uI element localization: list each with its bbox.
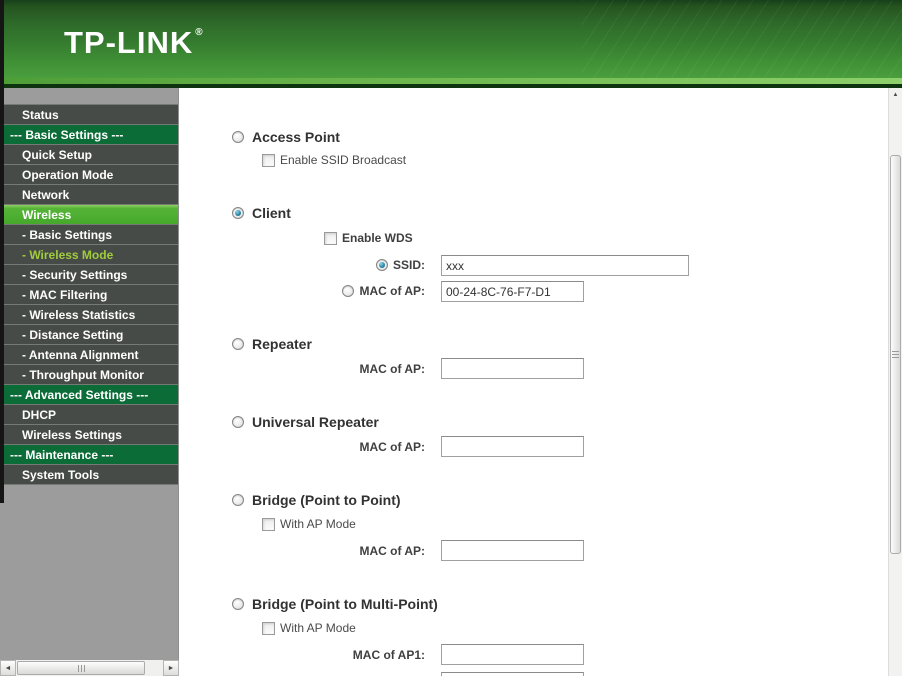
bridge-ptmp-mac2-input[interactable] bbox=[441, 672, 584, 676]
header: TP-LINK ® bbox=[0, 0, 902, 88]
sidebar-horizontal-scrollbar[interactable]: ◄ ► bbox=[0, 660, 179, 676]
scroll-left-arrow-icon[interactable]: ◄ bbox=[0, 660, 16, 676]
repeater-mac-label: MAC of AP: bbox=[359, 362, 425, 376]
sidebar-section-advanced-settings: --- Advanced Settings --- bbox=[4, 384, 178, 404]
thumb-grip bbox=[77, 664, 79, 672]
wireless-mode-form: Access Point Enable SSID Broadcast Clien… bbox=[180, 88, 888, 676]
window-left-edge bbox=[0, 0, 4, 503]
client-ssid-label: SSID: bbox=[392, 258, 425, 272]
scroll-up-arrow-icon[interactable]: ▲ bbox=[889, 88, 902, 103]
client-ssid-radio[interactable] bbox=[375, 259, 388, 271]
tplink-logo: TP-LINK ® bbox=[64, 25, 204, 61]
bridge-ptmp-mac1-input[interactable] bbox=[441, 644, 584, 665]
access-point-radio[interactable] bbox=[232, 131, 244, 143]
sidebar-item-operation-mode[interactable]: Operation Mode bbox=[4, 164, 178, 184]
sidebar-menu: Status --- Basic Settings --- Quick Setu… bbox=[4, 104, 178, 485]
universal-repeater-mac-label: MAC of AP: bbox=[359, 440, 425, 454]
sidebar-item-wireless[interactable]: Wireless bbox=[4, 204, 178, 224]
universal-repeater-mac-input[interactable] bbox=[441, 436, 584, 457]
vertical-scrollbar-thumb[interactable] bbox=[890, 155, 901, 554]
horizontal-scrollbar-thumb[interactable] bbox=[17, 661, 145, 675]
repeater-label: Repeater bbox=[252, 336, 312, 352]
bridge-ptmp-mac1-label: MAC of AP1: bbox=[352, 648, 425, 662]
thumb-grip bbox=[892, 354, 899, 355]
thumb-grip bbox=[83, 664, 85, 672]
enable-wds-checkbox[interactable] bbox=[324, 231, 337, 245]
bridge-ptp-mac-input[interactable] bbox=[441, 540, 584, 561]
bridge-ptp-ap-mode-checkbox[interactable] bbox=[262, 517, 275, 531]
universal-repeater-label: Universal Repeater bbox=[252, 414, 379, 430]
menu-end-divider bbox=[4, 484, 178, 485]
bridge-ptmp-ap-mode-label: With AP Mode bbox=[280, 621, 356, 635]
sidebar-item-wireless-settings[interactable]: Wireless Settings bbox=[4, 424, 178, 444]
sidebar-item-mac-filtering[interactable]: - MAC Filtering bbox=[4, 284, 178, 304]
sidebar-item-quick-setup[interactable]: Quick Setup bbox=[4, 144, 178, 164]
sidebar-item-wireless-mode[interactable]: - Wireless Mode bbox=[4, 244, 178, 264]
client-mac-input[interactable] bbox=[441, 281, 584, 302]
sidebar-item-security-settings[interactable]: - Security Settings bbox=[4, 264, 178, 284]
enable-ssid-broadcast-label: Enable SSID Broadcast bbox=[280, 153, 407, 167]
universal-repeater-radio[interactable] bbox=[232, 416, 244, 428]
sidebar-nav: Status --- Basic Settings --- Quick Setu… bbox=[0, 88, 179, 676]
repeater-radio[interactable] bbox=[232, 338, 244, 350]
sidebar-item-wireless-basic-settings[interactable]: - Basic Settings bbox=[4, 224, 178, 244]
bridge-ptmp-label: Bridge (Point to Multi-Point) bbox=[252, 596, 438, 612]
thumb-grip bbox=[80, 664, 82, 672]
sidebar-section-basic-settings: --- Basic Settings --- bbox=[4, 124, 178, 144]
bridge-ptp-label: Bridge (Point to Point) bbox=[252, 492, 401, 508]
repeater-mac-input[interactable] bbox=[441, 358, 584, 379]
bridge-ptmp-radio[interactable] bbox=[232, 598, 244, 610]
vertical-scrollbar[interactable]: ▲ bbox=[888, 88, 902, 676]
sidebar-item-dhcp[interactable]: DHCP bbox=[4, 404, 178, 424]
client-label: Client bbox=[252, 205, 291, 221]
registered-trademark: ® bbox=[195, 27, 204, 38]
bridge-ptp-radio[interactable] bbox=[232, 494, 244, 506]
client-mac-radio[interactable] bbox=[342, 285, 355, 297]
sidebar-item-status[interactable]: Status bbox=[4, 104, 178, 124]
sidebar-item-system-tools[interactable]: System Tools bbox=[4, 464, 178, 484]
bridge-ptp-mac-label: MAC of AP: bbox=[359, 544, 425, 558]
client-radio[interactable] bbox=[232, 207, 244, 219]
thumb-grip bbox=[892, 351, 899, 352]
thumb-grip bbox=[892, 357, 899, 358]
access-point-label: Access Point bbox=[252, 129, 340, 145]
sidebar-item-wireless-statistics[interactable]: - Wireless Statistics bbox=[4, 304, 178, 324]
client-ssid-input[interactable] bbox=[441, 255, 689, 276]
sidebar-item-network[interactable]: Network bbox=[4, 184, 178, 204]
router-admin-page: TP-LINK ® Status --- Basic Settings --- Q… bbox=[0, 0, 902, 676]
header-rays-decoration bbox=[582, 0, 902, 78]
logo-text: TP-LINK bbox=[64, 25, 194, 60]
bridge-ptmp-ap-mode-checkbox[interactable] bbox=[262, 621, 275, 635]
enable-wds-label: Enable WDS bbox=[342, 231, 413, 245]
bridge-ptp-ap-mode-label: With AP Mode bbox=[280, 517, 356, 531]
sidebar-item-antenna-alignment[interactable]: - Antenna Alignment bbox=[4, 344, 178, 364]
sidebar-section-maintenance: --- Maintenance --- bbox=[4, 444, 178, 464]
sidebar-item-distance-setting[interactable]: - Distance Setting bbox=[4, 324, 178, 344]
scroll-right-arrow-icon[interactable]: ► bbox=[163, 660, 179, 676]
client-mac-label: MAC of AP: bbox=[359, 284, 425, 298]
sidebar-item-throughput-monitor[interactable]: - Throughput Monitor bbox=[4, 364, 178, 384]
enable-ssid-broadcast-checkbox[interactable] bbox=[262, 153, 275, 167]
